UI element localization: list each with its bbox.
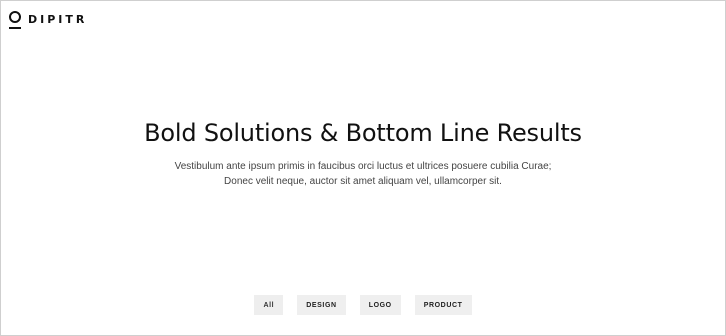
brand-name: DIPITR <box>28 13 88 26</box>
hero-description: Vestibulum ante ipsum primis in faucibus… <box>174 161 552 187</box>
filter-product-button[interactable]: PRODUCT <box>414 295 472 315</box>
logo-ring <box>9 11 21 23</box>
page-frame: DIPITR Bold Solutions & Bottom Line Resu… <box>0 0 726 336</box>
filter-design-button[interactable]: DESIGN <box>297 295 346 315</box>
logo-bar <box>9 27 21 29</box>
brand-logo-link[interactable]: DIPITR <box>9 11 87 31</box>
hero-title: Bold Solutions & Bottom Line Results <box>144 119 582 147</box>
dipitr-logo-icon <box>9 11 22 31</box>
hero-section: Bold Solutions & Bottom Line Results Ves… <box>1 117 725 189</box>
filter-all-button[interactable]: All <box>254 295 284 315</box>
filter-logo-button[interactable]: LOGO <box>359 295 401 315</box>
portfolio-filters: All DESIGN LOGO PRODUCT <box>1 295 725 315</box>
